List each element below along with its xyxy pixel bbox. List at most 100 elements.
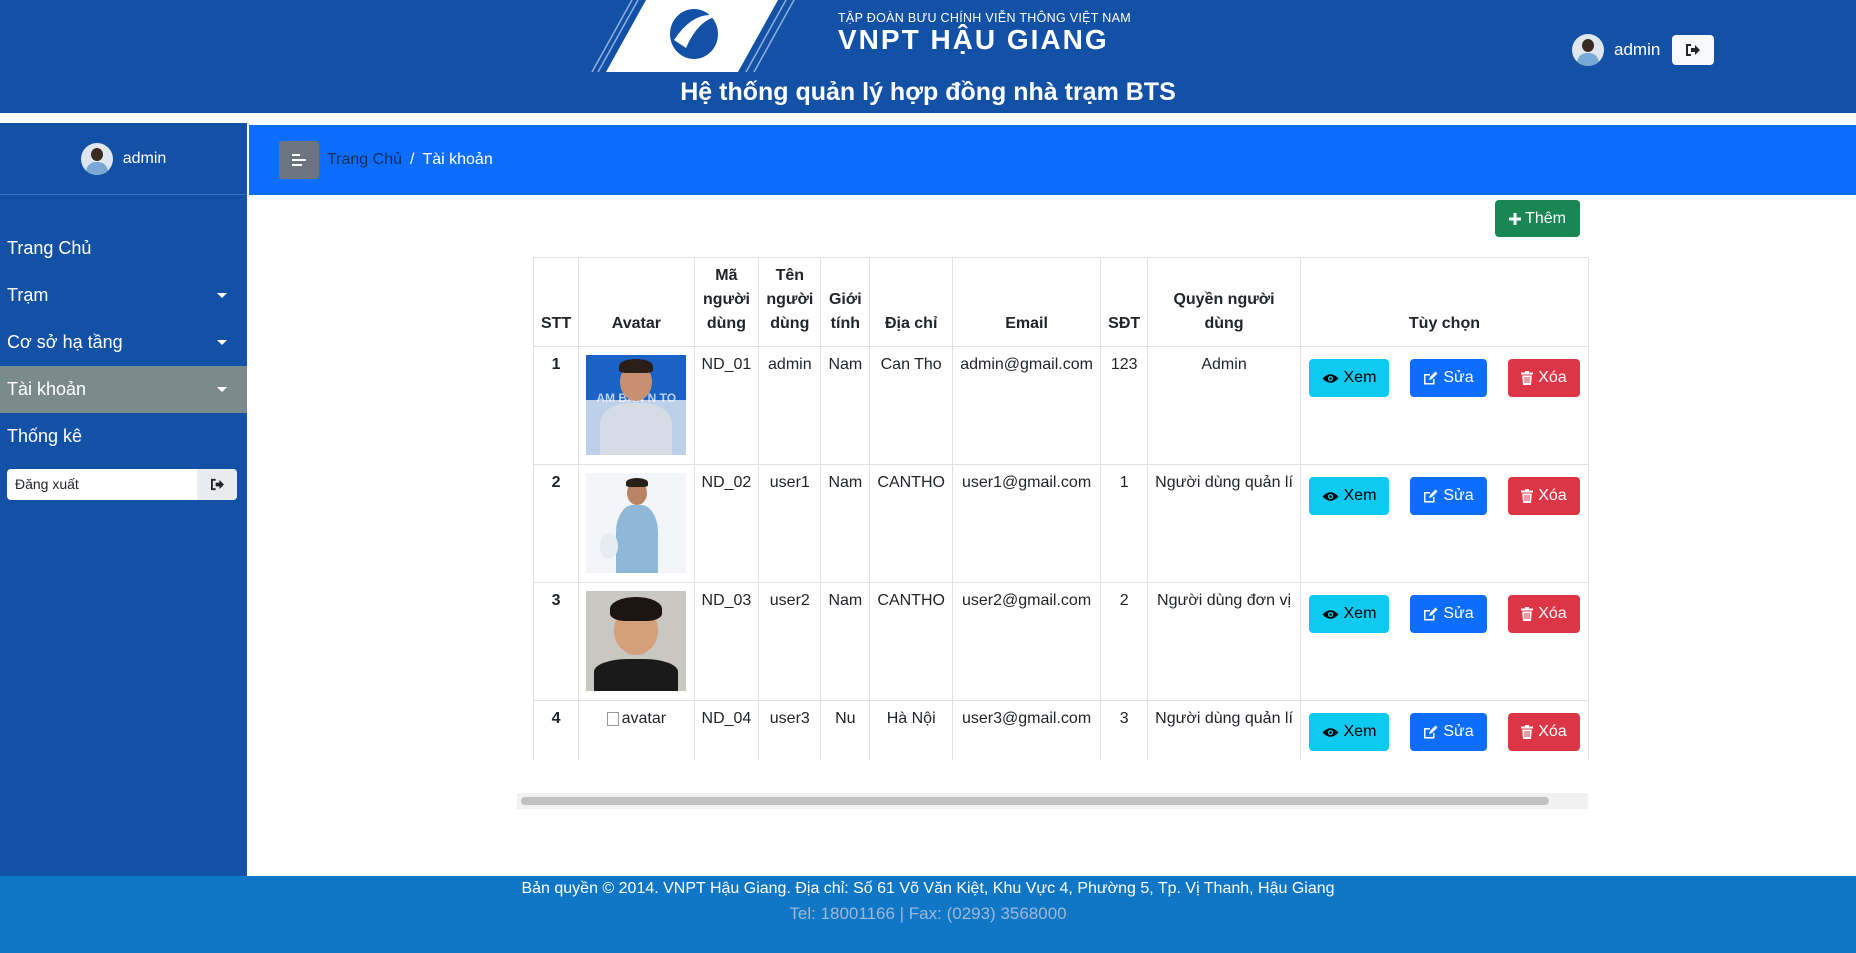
menu-toggle-icon (292, 154, 306, 166)
cell-gender: Nam (820, 464, 871, 583)
table-row: 3 ND_03 user2 Nam CANTHO user2@gmail.com… (533, 582, 1589, 701)
broken-image-glyph (606, 712, 619, 726)
vnpt-logo (591, 0, 795, 72)
col-header-stt: STT (533, 257, 580, 347)
sidebar-item-label: Thống kê (7, 426, 83, 446)
sidebar-logout-label: Đăng xuất (15, 476, 79, 492)
table-row: 1 AM BAN N TO ND_01 admin Nam Can Tho ad… (533, 346, 1589, 465)
add-button-label: Thêm (1525, 209, 1566, 227)
col-header-avatar: Avatar (578, 257, 695, 347)
sidebar-item-statistics[interactable]: Thống kê (0, 413, 247, 460)
breadcrumb-current: Tài khoản (422, 151, 493, 168)
view-button[interactable]: Xem (1308, 359, 1389, 397)
add-account-button[interactable]: Thêm (1495, 200, 1580, 237)
cell-gender: Nam (820, 346, 871, 465)
sidebar-username: admin (122, 149, 167, 167)
view-button[interactable]: Xem (1308, 713, 1389, 751)
cell-email: user2@gmail.com (951, 582, 1102, 701)
breadcrumb-home-link[interactable]: Trang Chủ (327, 151, 402, 169)
edit-icon (1424, 725, 1438, 739)
sidebar-item-accounts[interactable]: Tài khoản (0, 366, 247, 413)
col-header-gender: Giới tính (820, 257, 871, 347)
cell-options: Xem Sửa Xóa (1299, 346, 1589, 465)
cell-avatar: avatar (578, 700, 695, 760)
sidebar-item-label: Trạm (7, 285, 49, 305)
accounts-table-container: STT Avatar Mã người dùng Tên người dùng … (533, 257, 1589, 760)
col-header-address: Địa chỉ (869, 257, 953, 347)
cell-stt: 4 (533, 700, 580, 760)
cell-role: Admin (1147, 346, 1301, 465)
horizontal-scrollbar[interactable] (517, 793, 1588, 809)
delete-button-label: Xóa (1538, 369, 1567, 386)
eye-icon (1322, 491, 1338, 501)
col-header-name: Tên người dùng (758, 257, 822, 347)
view-button-label: Xem (1343, 369, 1377, 386)
cell-options: Xem Sửa Xóa (1299, 464, 1589, 583)
delete-button[interactable]: Xóa (1507, 477, 1580, 515)
cell-gender: Nam (820, 582, 871, 701)
cell-address: CANTHO (869, 582, 953, 701)
delete-button[interactable]: Xóa (1507, 595, 1580, 633)
header-logout-button[interactable] (1672, 35, 1715, 65)
sidebar-item-home[interactable]: Trang Chủ (0, 225, 247, 272)
cell-name: admin (758, 346, 822, 465)
scrollbar-thumb[interactable] (521, 797, 1549, 805)
cell-role: Người dùng quản lí (1147, 464, 1301, 583)
logo-title: VNPT HẬU GIANG (838, 24, 1109, 55)
table-row: 4 avatar ND_04 user3 Nu Hà Nội user3@gma… (533, 700, 1589, 760)
cell-name: user1 (758, 464, 822, 583)
avatar[interactable] (1572, 34, 1604, 66)
col-header-code: Mã người dùng (693, 257, 760, 347)
edit-button[interactable]: Sửa (1409, 477, 1487, 515)
app-header: TẬP ĐOÀN BƯU CHÍNH VIỄN THÔNG VIỆT NAM V… (0, 0, 1856, 113)
cell-code: ND_04 (693, 700, 760, 760)
user-avatar-photo: AM BAN N TO (586, 355, 687, 455)
sidebar-logout[interactable]: Đăng xuất (7, 469, 237, 500)
breadcrumb-bar: Trang Chủ / Tài khoản (249, 125, 1856, 195)
user-avatar-photo (586, 591, 687, 691)
logout-icon (1686, 44, 1701, 56)
logout-icon (210, 478, 224, 491)
sidebar-user: admin (0, 123, 247, 195)
header-username[interactable]: admin (1614, 40, 1660, 60)
cell-phone: 3 (1100, 700, 1149, 760)
sidebar-item-label: Cơ sở hạ tầng (7, 332, 123, 352)
trash-icon (1521, 489, 1534, 503)
system-title: Hệ thống quản lý hợp đồng nhà trạm BTS (680, 78, 1176, 106)
avatar-alt-text: avatar (621, 710, 667, 727)
cell-address: Hà Nội (869, 700, 953, 760)
delete-button[interactable]: Xóa (1507, 359, 1580, 397)
sidebar-item-label: Trang Chủ (7, 238, 92, 258)
sidebar-item-tram[interactable]: Trạm (0, 272, 247, 319)
cell-address: CANTHO (869, 464, 953, 583)
view-button-label: Xem (1343, 723, 1377, 740)
sidebar-item-label: Tài khoản (7, 379, 87, 399)
delete-button-label: Xóa (1538, 723, 1567, 740)
delete-button[interactable]: Xóa (1507, 713, 1580, 751)
sidebar-logout-button[interactable] (197, 469, 237, 500)
cell-phone: 123 (1100, 346, 1149, 465)
sidebar: admin Trang Chủ Trạm Cơ sở hạ tầng Tài k… (0, 123, 247, 876)
user-avatar-photo (586, 473, 687, 573)
table-row: 2 ND_02 user1 Nam CANTHO user1@gmail.com… (533, 464, 1589, 583)
menu-toggle-button[interactable] (279, 141, 319, 179)
delete-button-label: Xóa (1538, 487, 1567, 504)
view-button[interactable]: Xem (1308, 595, 1389, 633)
sidebar-item-infrastructure[interactable]: Cơ sở hạ tầng (0, 319, 247, 366)
view-button[interactable]: Xem (1308, 477, 1389, 515)
cell-stt: 1 (533, 346, 580, 465)
cell-code: ND_03 (693, 582, 760, 701)
edit-button[interactable]: Sửa (1409, 713, 1487, 751)
plus-icon (1509, 212, 1522, 225)
edit-button[interactable]: Sửa (1409, 595, 1487, 633)
view-button-label: Xem (1343, 605, 1377, 622)
delete-button-label: Xóa (1538, 605, 1567, 622)
cell-code: ND_02 (693, 464, 760, 583)
cell-role: Người dùng đơn vị (1147, 582, 1301, 701)
footer: Bản quyền © 2014. VNPT Hậu Giang. Địa ch… (0, 876, 1856, 953)
cell-avatar (578, 582, 695, 701)
edit-button[interactable]: Sửa (1409, 359, 1487, 397)
table-header-row: STT Avatar Mã người dùng Tên người dùng … (533, 257, 1589, 347)
caret-down-icon (217, 293, 227, 298)
col-header-role: Quyền người dùng (1147, 257, 1301, 347)
